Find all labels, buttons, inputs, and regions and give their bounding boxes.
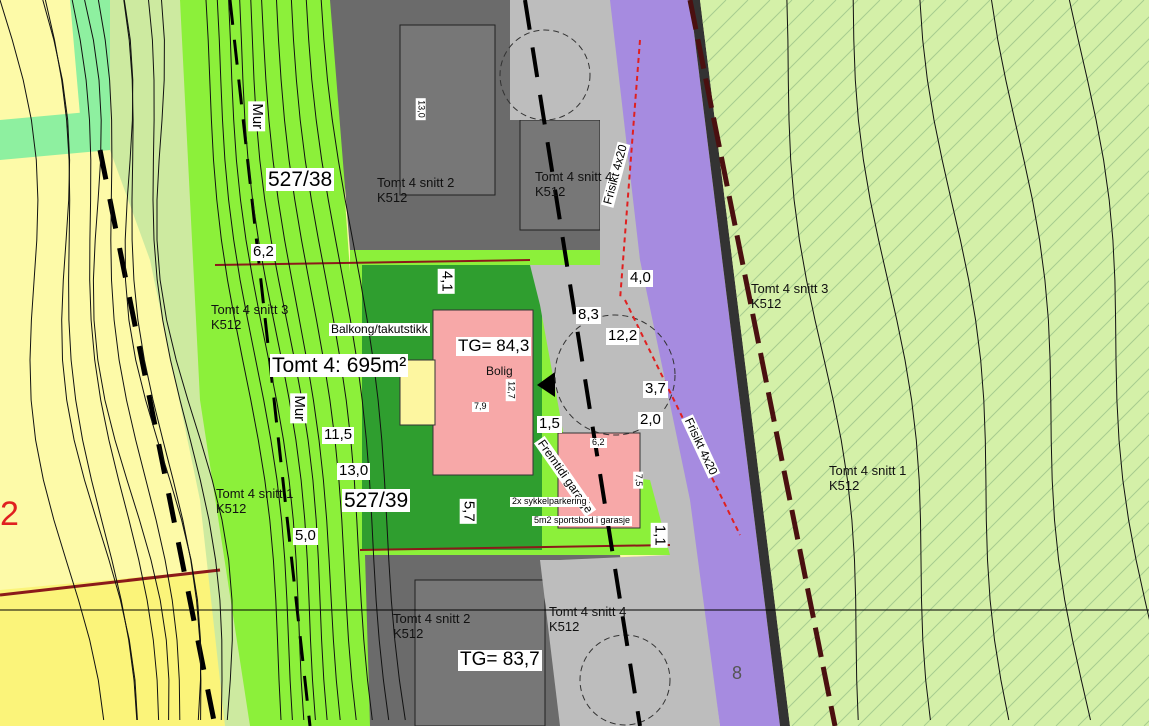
dimension-label: 8,3 (576, 306, 601, 324)
section-label: Tomt 4 snitt 1 K512 (216, 486, 294, 517)
section-label: Tomt 4 snitt 1 K512 (829, 463, 907, 494)
dimension-label: 7,5 (633, 471, 645, 489)
dimension-label: 6,2 (590, 437, 607, 448)
section-name: Tomt 4 snitt 1 (829, 463, 907, 478)
house-footprint (432, 309, 534, 476)
zone-label-fragment: 2 (0, 495, 19, 533)
mur-label: Mur (248, 101, 267, 132)
section-name: Tomt 4 snitt 1 (216, 486, 294, 501)
section-code: K512 (535, 183, 566, 199)
tg-main-label: TG= 84,3 (456, 336, 532, 356)
dimension-label: 5,0 (293, 527, 318, 545)
dimension-label: 13,0 (415, 98, 427, 120)
storage-label: 5m2 sportsbod i garasje (532, 515, 633, 526)
section-name: Tomt 4 snitt 3 (751, 281, 829, 296)
section-name: Tomt 4 snitt 2 (377, 175, 455, 190)
section-name: Tomt 4 snitt 2 (393, 611, 471, 626)
dimension-label: 4,1 (438, 268, 456, 294)
section-label: Tomt 4 snitt 4 K512 (549, 604, 627, 635)
dimension-label: 7,9 (472, 401, 489, 412)
bike-parking-label: 2x sykkelparkering (510, 496, 589, 507)
dimension-label: 5,7 (460, 498, 478, 524)
section-label: Tomt 4 snitt 2 K512 (393, 611, 471, 642)
dimension-label: 6,2 (251, 243, 276, 261)
road-grey-south (540, 560, 720, 726)
road-mark: 8 (732, 663, 743, 683)
balcony-label: Balkong/takutstikk (329, 322, 430, 337)
dimension-label: 13,0 (337, 462, 371, 480)
dimension-label: 1,1 (651, 522, 669, 548)
dimension-label: 1,5 (537, 415, 562, 433)
section-code: K512 (211, 316, 242, 332)
section-code: K512 (829, 477, 860, 493)
mur-label: Mur (290, 393, 309, 424)
yellow-strong-zone (0, 570, 225, 726)
section-label: Tomt 4 snitt 2 K512 (377, 175, 455, 206)
section-code: K512 (751, 295, 782, 311)
section-name: Tomt 4 snitt 4 (535, 169, 613, 184)
dimension-label: 12,2 (606, 327, 640, 345)
plot-area-label: Tomt 4: 695m² (270, 354, 409, 378)
plot-label-main: 527/39 (342, 489, 411, 513)
section-code: K512 (377, 189, 408, 205)
dimension-label: 3,7 (643, 380, 668, 398)
dimension-label: 12,7 (505, 379, 517, 401)
section-code: K512 (393, 625, 424, 641)
section-label: Tomt 4 snitt 3 K512 (751, 281, 829, 312)
dimension-label: 4,0 (628, 269, 653, 287)
section-code: K512 (549, 618, 580, 634)
plot-label-north: 527/38 (266, 168, 335, 192)
section-label: Tomt 4 snitt 3 K512 (211, 302, 289, 333)
dimension-label: 2,0 (638, 411, 663, 429)
section-code: K512 (216, 500, 247, 516)
tg-south-label: TG= 83,7 (458, 649, 542, 671)
section-name: Tomt 4 snitt 3 (211, 302, 289, 317)
section-label: Tomt 4 snitt 4 K512 (535, 169, 613, 200)
dimension-label: 11,5 (322, 426, 355, 444)
section-name: Tomt 4 snitt 4 (549, 604, 627, 619)
bolig-label: Bolig (486, 364, 513, 378)
building-block-a (399, 24, 496, 196)
